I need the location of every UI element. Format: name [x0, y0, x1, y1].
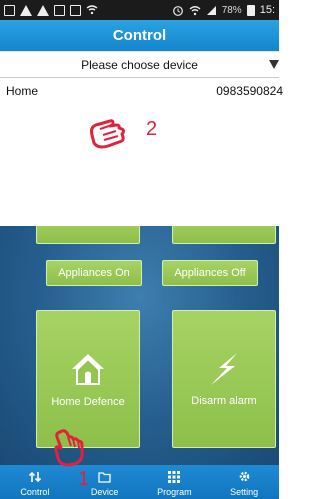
disarm-alarm-button[interactable]: Disarm alarm [172, 310, 276, 448]
tab-setting[interactable]: Setting [209, 465, 279, 499]
warning-icon [20, 4, 32, 16]
wifi-icon [86, 5, 98, 15]
cell-signal-icon [206, 5, 216, 15]
device-list-item[interactable]: Home 0983590824 [0, 79, 283, 103]
tab-control[interactable]: Control [0, 465, 70, 499]
control-panel: Appliances On Appliances Off Home Defenc… [0, 226, 279, 465]
annotation-2: 2 [146, 118, 158, 140]
tab-label: Control [20, 487, 50, 497]
annotation-1: 1 [78, 468, 90, 490]
mail-icon [70, 4, 81, 16]
appliances-off-label: Appliances Off [174, 267, 246, 279]
wifi-signal-icon [189, 5, 201, 15]
lightning-icon [211, 353, 237, 385]
status-bar: 78% 15: [0, 0, 279, 20]
gallery-icon [4, 4, 15, 16]
tile-top-right[interactable] [172, 226, 276, 244]
tab-label: Program [157, 487, 192, 497]
battery-icon [246, 4, 255, 16]
tab-bar: Control Device Program Setting [0, 465, 279, 499]
pointing-hand-icon [90, 119, 125, 149]
chevron-down-icon [269, 60, 279, 69]
grid-icon [168, 471, 181, 483]
tab-label: Setting [230, 487, 259, 497]
appliances-on-button[interactable]: Appliances On [46, 260, 142, 286]
device-name: Home [6, 84, 39, 98]
battery-percent: 78% [221, 4, 242, 16]
home-defence-label: Home Defence [51, 396, 125, 408]
gear-icon [239, 471, 249, 482]
tab-label: Device [90, 487, 119, 497]
tab-program[interactable]: Program [140, 465, 210, 499]
image-icon [54, 4, 65, 16]
pointing-hand-icon [54, 429, 84, 467]
page-title: Control [112, 27, 167, 44]
clock: 15: [259, 4, 275, 16]
appliances-on-label: Appliances On [58, 267, 130, 279]
device-select-placeholder: Please choose device [81, 57, 198, 72]
warning-icon [37, 4, 49, 16]
folder-icon [98, 472, 111, 483]
control-icon [28, 471, 41, 483]
appliances-off-button[interactable]: Appliances Off [162, 260, 258, 286]
alarm-clock-icon [172, 5, 183, 16]
house-icon [72, 354, 104, 385]
disarm-alarm-label: Disarm alarm [191, 395, 257, 407]
device-select[interactable]: Please choose device [0, 51, 279, 78]
device-phone: 0983590824 [216, 84, 283, 98]
tile-top-left[interactable] [36, 226, 140, 244]
header-bar: Control [0, 20, 279, 51]
